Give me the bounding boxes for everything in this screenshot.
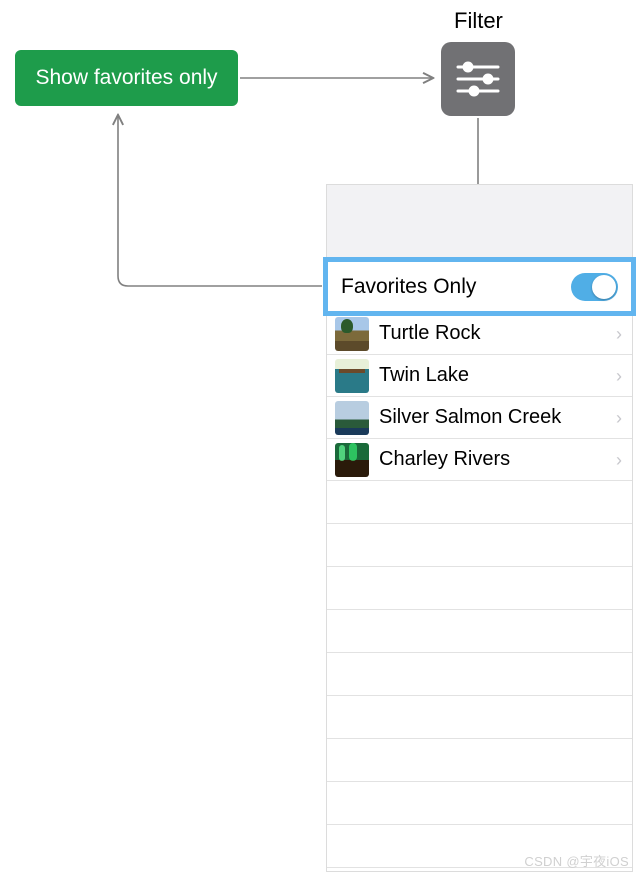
empty-row	[327, 739, 632, 782]
landmark-thumbnail	[335, 401, 369, 435]
favorites-only-label: Favorites Only	[341, 275, 571, 299]
empty-row	[327, 653, 632, 696]
empty-row	[327, 696, 632, 739]
landmark-thumbnail	[335, 443, 369, 477]
chevron-right-icon: ›	[616, 367, 622, 385]
list-item[interactable]: Turtle Rock ›	[327, 313, 632, 355]
empty-row	[327, 524, 632, 567]
empty-row	[327, 782, 632, 825]
empty-row	[327, 567, 632, 610]
chevron-right-icon: ›	[616, 409, 622, 427]
landmark-name: Twin Lake	[379, 364, 616, 387]
landmark-name: Turtle Rock	[379, 322, 616, 345]
empty-row	[327, 481, 632, 524]
filter-icon[interactable]	[441, 42, 515, 116]
landmark-list-panel: Favorites Only Turtle Rock › Twin Lake ›…	[326, 184, 633, 872]
list-item[interactable]: Twin Lake ›	[327, 355, 632, 397]
navbar	[327, 185, 632, 261]
landmark-name: Charley Rivers	[379, 448, 616, 471]
favorites-only-row[interactable]: Favorites Only	[327, 261, 632, 313]
list-item[interactable]: Silver Salmon Creek ›	[327, 397, 632, 439]
landmark-name: Silver Salmon Creek	[379, 406, 616, 429]
chevron-right-icon: ›	[616, 325, 622, 343]
filter-label: Filter	[454, 8, 503, 34]
landmark-thumbnail	[335, 317, 369, 351]
empty-row	[327, 610, 632, 653]
favorites-only-toggle[interactable]	[571, 273, 618, 301]
watermark: CSDN @宇夜iOS	[524, 851, 629, 870]
show-favorites-callout: Show favorites only	[15, 50, 238, 106]
landmark-thumbnail	[335, 359, 369, 393]
chevron-right-icon: ›	[616, 451, 622, 469]
callout-label: Show favorites only	[35, 66, 217, 90]
list-item[interactable]: Charley Rivers ›	[327, 439, 632, 481]
